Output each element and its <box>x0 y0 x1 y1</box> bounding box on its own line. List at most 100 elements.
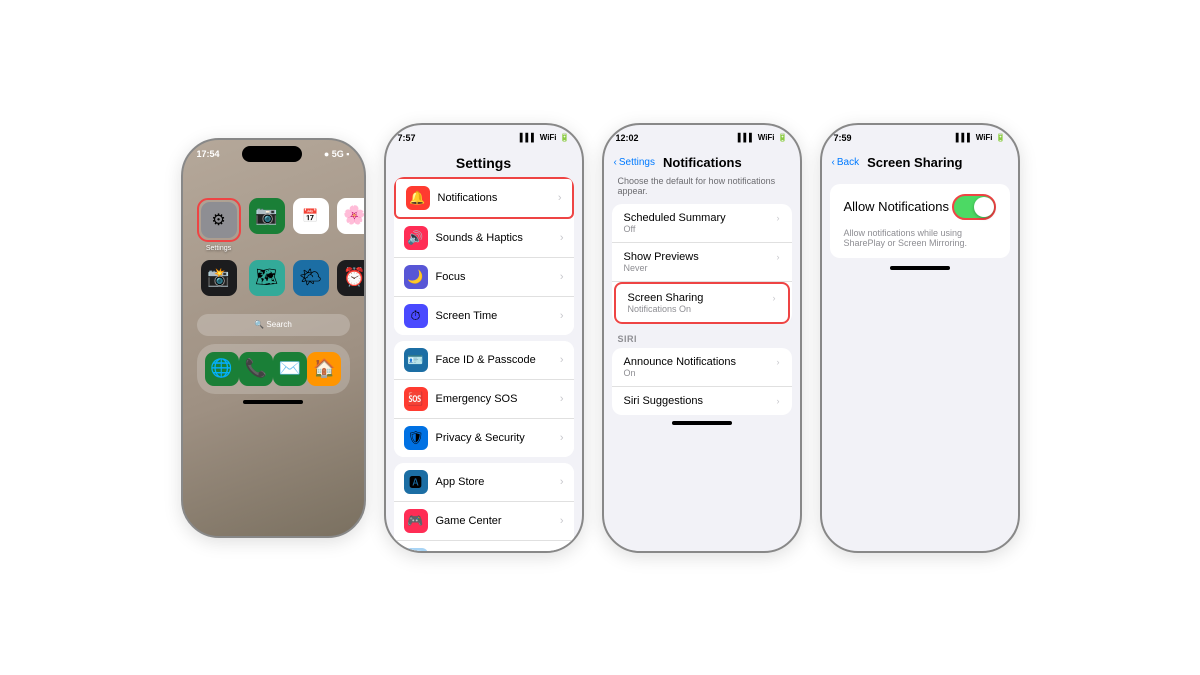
dock-safari[interactable]: 🌐 <box>205 352 239 386</box>
settings-faceid[interactable]: 🪪 Face ID & Passcode › <box>394 341 574 380</box>
announce-notif-chevron: › <box>777 357 780 367</box>
settings-sounds[interactable]: 🔊 Sounds & Haptics › <box>394 219 574 258</box>
show-previews-title: Show Previews <box>624 251 699 263</box>
calendar-icon[interactable]: 📅 <box>293 198 329 234</box>
home-indicator-3 <box>672 421 732 425</box>
screentime-chevron: › <box>560 310 564 322</box>
back-chevron-4: ‹ <box>832 157 835 168</box>
appstore-label: App Store <box>436 476 552 488</box>
app-grid: ⚙ Settings 📷 📅 🌸 📸 🗺 🌤 ⏰ <box>183 178 364 306</box>
settings-icloud[interactable]: ☁ iCloud › <box>394 541 574 553</box>
status-bar-3: 12:02 ▌▌▌WiFi🔋 <box>604 125 800 151</box>
settings-screentime[interactable]: ⏱ Screen Time › <box>394 297 574 335</box>
status-bar-1: 17:54 ● 5G ▪ <box>183 140 364 168</box>
privacy-chevron: › <box>560 432 564 444</box>
announce-notifications-item[interactable]: Announce Notifications › On <box>612 348 792 387</box>
emergency-icon: 🆘 <box>404 387 428 411</box>
screen-sharing-title: Screen Sharing <box>628 292 704 304</box>
notifications-chevron: › <box>558 192 562 204</box>
settings-emergency[interactable]: 🆘 Emergency SOS › <box>394 380 574 419</box>
status-bar-4: 7:59 ▌▌▌WiFi🔋 <box>822 125 1018 151</box>
allow-notifications-label: Allow Notifications <box>844 199 950 214</box>
appstore-icon: 🅰 <box>404 470 428 494</box>
back-button-3[interactable]: ‹ Settings <box>614 157 655 168</box>
weather-app[interactable]: 🌤 <box>293 260 329 296</box>
settings-focus[interactable]: 🌙 Focus › <box>394 258 574 297</box>
time-2: 7:57 <box>398 133 416 143</box>
nav-bar-4: ‹ Back Screen Sharing <box>822 151 1018 176</box>
back-label-3: Settings <box>619 157 655 168</box>
settings-gamecenter[interactable]: 🎮 Game Center › <box>394 502 574 541</box>
maps-app[interactable]: 🗺 <box>249 260 285 296</box>
faceid-label: Face ID & Passcode <box>436 354 552 366</box>
settings-label: Settings <box>206 245 231 252</box>
search-bar[interactable]: 🔍 Search <box>197 314 350 336</box>
dock: 🌐 📞 ✉️ 🏠 <box>197 344 350 394</box>
facetime-icon[interactable]: 📷 <box>249 198 285 234</box>
clock-icon[interactable]: ⏰ <box>337 260 366 296</box>
allow-notifications-toggle[interactable] <box>952 194 996 220</box>
sounds-chevron: › <box>560 232 564 244</box>
scheduled-summary-title: Scheduled Summary <box>624 212 726 224</box>
dock-phone[interactable]: 📞 <box>239 352 273 386</box>
home-indicator-1 <box>243 400 303 404</box>
emergency-label: Emergency SOS <box>436 393 552 405</box>
camera-app[interactable]: 📸 <box>197 260 241 296</box>
focus-chevron: › <box>560 271 564 283</box>
announce-notif-title: Announce Notifications <box>624 356 737 368</box>
time-3: 12:02 <box>616 133 639 143</box>
dynamic-island <box>242 146 302 162</box>
status-icons-1: ● 5G ▪ <box>324 149 350 159</box>
screen-sharing-chevron: › <box>773 293 776 303</box>
settings-group-3: 🅰 App Store › 🎮 Game Center › ☁ iCloud ›… <box>394 463 574 553</box>
settings-notifications[interactable]: 🔔 Notifications › <box>394 177 574 219</box>
settings-app[interactable]: ⚙ Settings <box>197 198 241 252</box>
faceid-icon: 🪪 <box>404 348 428 372</box>
camera-icon[interactable]: 📸 <box>201 260 237 296</box>
nav-title-3: Notifications <box>663 155 742 170</box>
phone-3-notifications: 12:02 ▌▌▌WiFi🔋 ‹ Settings Notifications … <box>602 123 802 553</box>
weather-icon[interactable]: 🌤 <box>293 260 329 296</box>
dock-mail[interactable]: ✉️ <box>273 352 307 386</box>
announce-notif-sub: On <box>624 368 780 378</box>
gamecenter-icon: 🎮 <box>404 509 428 533</box>
maps-icon[interactable]: 🗺 <box>249 260 285 296</box>
back-button-4[interactable]: ‹ Back <box>832 157 860 168</box>
settings-icon[interactable]: ⚙ <box>201 202 237 238</box>
faceid-chevron: › <box>560 354 564 366</box>
settings-screen-title: Settings <box>386 151 582 177</box>
settings-privacy[interactable]: 🛡 Privacy & Security › <box>394 419 574 457</box>
status-icons-4: ▌▌▌WiFi🔋 <box>956 133 1006 142</box>
siri-suggestions-item[interactable]: Siri Suggestions › <box>612 387 792 415</box>
search-placeholder: 🔍 Search <box>254 320 292 329</box>
show-previews-item[interactable]: Show Previews › Never <box>612 243 792 282</box>
focus-label: Focus <box>436 271 552 283</box>
siri-suggestions-title: Siri Suggestions <box>624 395 704 407</box>
siri-section-header: SIRI <box>604 324 800 348</box>
status-icons-3: ▌▌▌WiFi🔋 <box>738 133 788 142</box>
nav-title-4: Screen Sharing <box>867 155 962 170</box>
home-indicator-4 <box>890 266 950 270</box>
allow-notifications-section: Allow Notifications Allow notifications … <box>830 184 1010 258</box>
dock-home[interactable]: 🏠 <box>307 352 341 386</box>
photos-icon[interactable]: 🌸 <box>337 198 366 234</box>
clock-app[interactable]: ⏰ <box>337 260 366 296</box>
nav-bar-3: ‹ Settings Notifications <box>604 151 800 176</box>
allow-notifications-row: Allow Notifications <box>844 194 996 220</box>
notifications-icon: 🔔 <box>406 186 430 210</box>
facetime-app[interactable]: 📷 <box>249 198 285 252</box>
calendar-app[interactable]: 📅 <box>293 198 329 252</box>
photos-app[interactable]: 🌸 <box>337 198 366 252</box>
settings-appstore[interactable]: 🅰 App Store › <box>394 463 574 502</box>
phone-2-settings: 7:57 ▌▌▌WiFi🔋 Settings 🔔 Notifications ›… <box>384 123 584 553</box>
screen-sharing-sub: Notifications On <box>628 304 776 314</box>
scheduled-summary-item[interactable]: Scheduled Summary › Off <box>612 204 792 243</box>
emergency-chevron: › <box>560 393 564 405</box>
gamecenter-label: Game Center <box>436 515 552 527</box>
screen-sharing-item[interactable]: Screen Sharing › Notifications On <box>616 284 788 322</box>
focus-icon: 🌙 <box>404 265 428 289</box>
notifications-label: Notifications <box>438 192 550 204</box>
siri-list: Announce Notifications › On Siri Suggest… <box>612 348 792 415</box>
show-previews-sub: Never <box>624 263 780 273</box>
gamecenter-chevron: › <box>560 515 564 527</box>
